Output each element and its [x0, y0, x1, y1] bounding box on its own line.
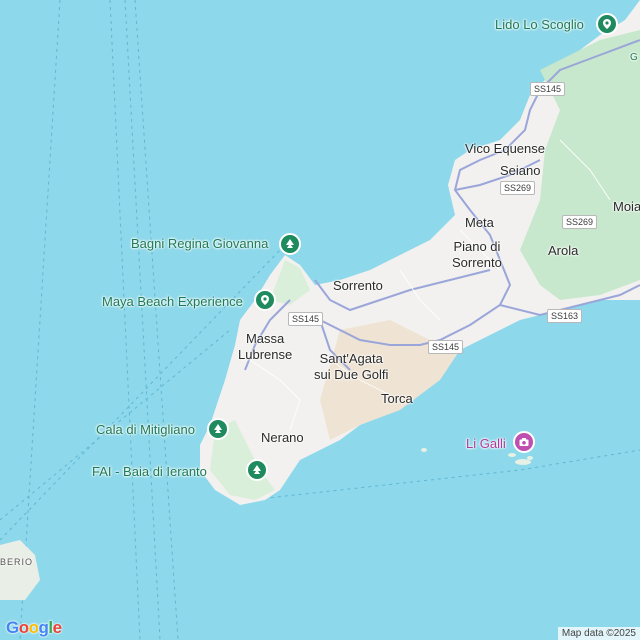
town-label-sorrento: Sorrento — [333, 278, 383, 293]
town-label-santagata: Sant'Agata sui Due Golfi — [314, 351, 389, 382]
google-logo: Google — [6, 618, 62, 638]
island-capri — [0, 540, 40, 600]
poi-label-cala-di-mitigliano[interactable]: Cala di Mitigliano — [96, 422, 195, 437]
town-label-vico-equense: Vico Equense — [465, 141, 545, 156]
poi-marker-fai-baia-di-ieranto[interactable] — [246, 459, 268, 481]
road-shield-ss145: SS145 — [288, 312, 324, 326]
poi-label-bagni-regina-giovanna[interactable]: Bagni Regina Giovanna — [131, 236, 268, 251]
poi-marker-li-galli[interactable] — [513, 431, 535, 453]
poi-marker-cala-di-mitigliano[interactable] — [207, 418, 229, 440]
map-attribution[interactable]: Map data ©2025 — [557, 627, 640, 640]
road-shield-ss269: SS269 — [562, 215, 598, 229]
poi-label-fai-baia-di-ieranto[interactable]: FAI - Baia di Ieranto — [92, 464, 207, 479]
pin-circle-icon — [603, 19, 611, 29]
poi-label-maya-beach[interactable]: Maya Beach Experience — [102, 294, 243, 309]
poi-marker-bagni-regina-giovanna[interactable] — [279, 233, 301, 255]
town-label-seiano: Seiano — [500, 163, 541, 178]
town-label-arola: Arola — [548, 243, 579, 258]
tree-icon — [214, 424, 222, 433]
tree-icon — [253, 465, 261, 474]
island-li-galli — [515, 459, 531, 465]
town-label-massa-lubrense: Massa Lubrense — [238, 331, 293, 362]
poi-marker-lido-lo-scoglio[interactable] — [596, 13, 618, 35]
town-label-tiberio: BERIO — [0, 557, 34, 567]
island-li-galli — [527, 456, 533, 460]
google-logo-text: Google — [6, 618, 62, 637]
town-label-piano-di-sorrento: Piano di Sorrento — [452, 239, 502, 270]
road-shield-ss163: SS163 — [547, 309, 583, 323]
town-label-meta: Meta — [465, 215, 494, 230]
camera-icon — [519, 438, 529, 446]
tree-icon — [286, 239, 294, 248]
town-label-moiano: Moia — [613, 199, 640, 214]
town-label-nerano: Nerano — [261, 430, 304, 445]
pin-circle-icon — [261, 295, 269, 305]
island-li-galli — [508, 453, 516, 457]
poi-label-li-galli[interactable]: Li Galli — [466, 436, 506, 451]
map-canvas[interactable]: Sorrento Massa Lubrense Sant'Agata sui D… — [0, 0, 640, 640]
edge-label: G — [630, 52, 638, 63]
poi-marker-maya-beach[interactable] — [254, 289, 276, 311]
poi-label-lido-lo-scoglio[interactable]: Lido Lo Scoglio — [495, 17, 584, 32]
island-rock — [421, 448, 427, 452]
town-label-torca: Torca — [381, 391, 413, 406]
road-shield-ss145: SS145 — [530, 82, 566, 96]
road-shield-ss269: SS269 — [500, 181, 536, 195]
road-shield-ss145: SS145 — [428, 340, 464, 354]
